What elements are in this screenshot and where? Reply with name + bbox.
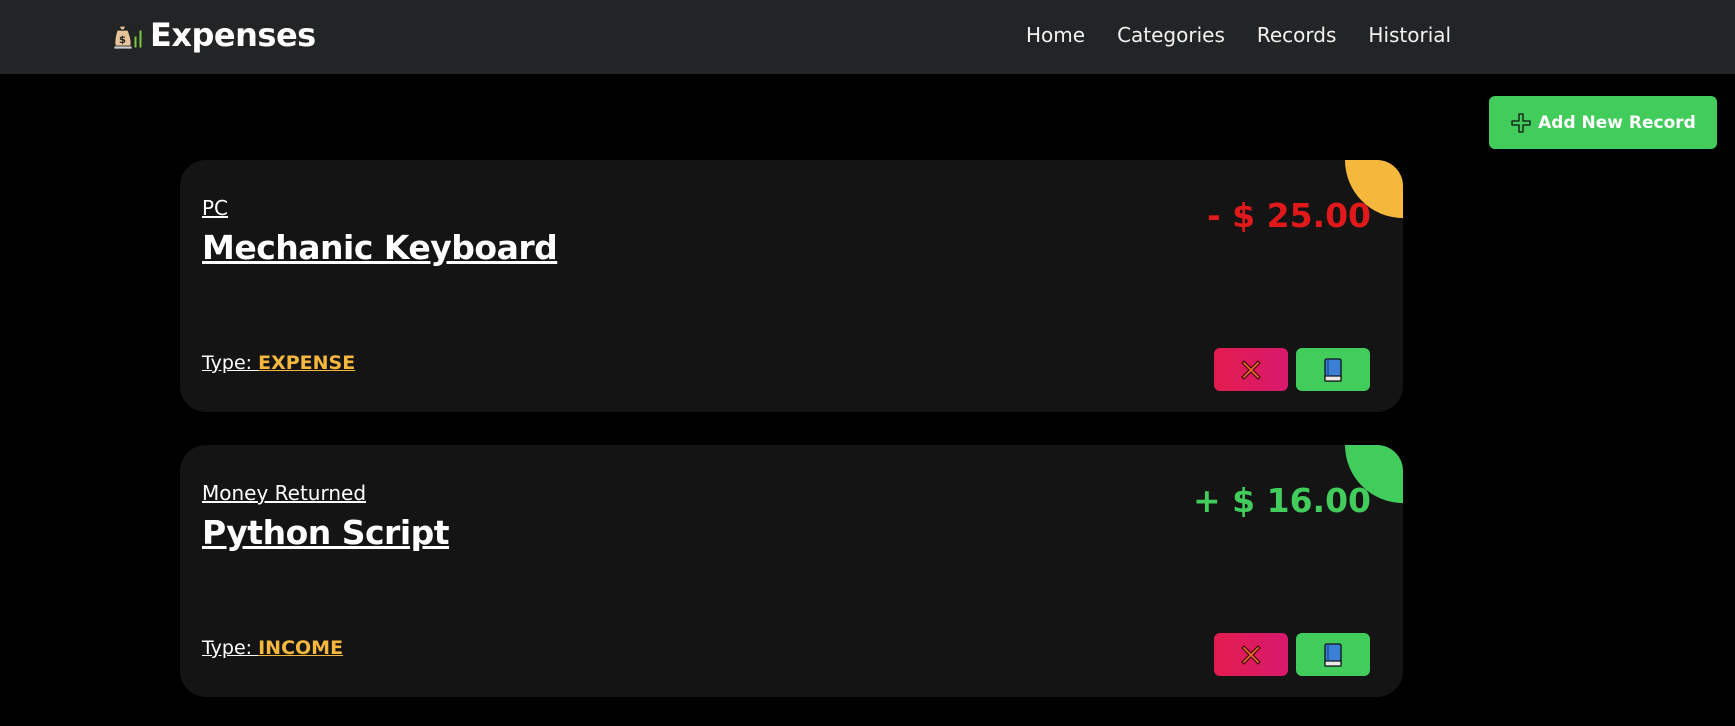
nav-records-link[interactable]: Records (1257, 21, 1337, 49)
record-actions (1214, 633, 1370, 676)
record-card: Money Returned Python Script + $ 16.00 T… (180, 445, 1403, 697)
record-type[interactable]: Type: EXPENSE (202, 352, 355, 374)
add-new-record-button[interactable]: Add New Record (1489, 96, 1717, 149)
app-title: Expenses (150, 16, 316, 54)
record-type[interactable]: Type: INCOME (202, 637, 343, 659)
nav-categories-link[interactable]: Categories (1117, 21, 1225, 49)
add-new-record-label: Add New Record (1538, 112, 1696, 133)
record-amount: - $ 25.00 (1206, 196, 1371, 235)
delete-record-button[interactable] (1214, 633, 1288, 676)
close-icon (1241, 359, 1261, 380)
top-navbar: $ Expenses Home Categories Records Histo… (0, 0, 1735, 74)
record-title[interactable]: Python Script (202, 513, 450, 552)
book-icon (1324, 357, 1342, 382)
delete-record-button[interactable] (1214, 348, 1288, 391)
money-bag-chart-icon: $ (113, 21, 143, 50)
record-title[interactable]: Mechanic Keyboard (202, 228, 558, 267)
plus-icon (1511, 112, 1531, 133)
svg-text:$: $ (119, 35, 126, 46)
nav-menu: Home Categories Records Historial (1026, 21, 1451, 49)
edit-record-button[interactable] (1296, 348, 1370, 391)
book-icon (1324, 642, 1342, 667)
record-actions (1214, 348, 1370, 391)
nav-home-link[interactable]: Home (1026, 21, 1085, 49)
record-type-value: INCOME (258, 637, 344, 659)
record-amount: + $ 16.00 (1193, 481, 1371, 520)
record-card: PC Mechanic Keyboard - $ 25.00 Type: EXP… (180, 160, 1403, 412)
record-category[interactable]: Money Returned (202, 481, 366, 505)
nav-historial-link[interactable]: Historial (1368, 21, 1451, 49)
edit-record-button[interactable] (1296, 633, 1370, 676)
record-type-value: EXPENSE (258, 352, 356, 374)
record-type-label: Type: (202, 352, 253, 374)
close-icon (1241, 644, 1261, 665)
record-type-label: Type: (202, 637, 253, 659)
record-category[interactable]: PC (202, 196, 228, 220)
brand[interactable]: $ Expenses (110, 10, 316, 60)
